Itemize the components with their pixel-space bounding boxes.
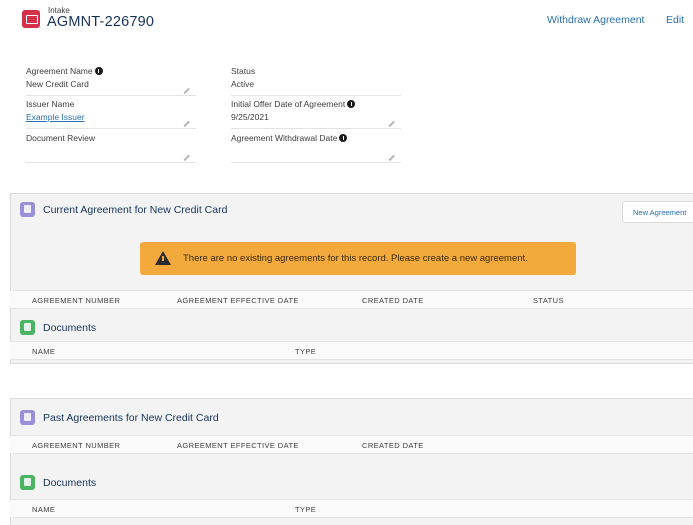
current-agreements-table-header: AGREEMENT NUMBER AGREEMENT EFFECTIVE DAT… [10,290,693,309]
current-documents-header: Documents [20,320,96,335]
new-agreement-button[interactable]: New Agreement [622,201,693,223]
past-agreements-header: Past Agreements for New Credit Card [20,410,219,425]
field-value: 9/25/2021 [231,112,269,122]
field-label: Initial Offer Date of Agreement [231,99,346,109]
current-agreement-title: Current Agreement for New Credit Card [43,203,228,216]
field-document-review: Document Review [26,133,196,163]
past-agreements-table-header: AGREEMENT NUMBER AGREEMENT EFFECTIVE DAT… [10,435,693,454]
current-documents-table-header: NAME TYPE [10,341,693,360]
past-documents-header: Documents [20,475,96,490]
column-header[interactable]: AGREEMENT NUMBER [32,441,120,450]
column-header[interactable]: STATUS [533,296,564,305]
record-header: Intake AGMNT-226790 Withdraw Agreement E… [0,0,693,44]
column-header[interactable]: TYPE [295,505,316,514]
field-value: Active [231,79,255,89]
warning-icon [155,251,171,265]
field-label: Agreement Withdrawal Date [231,133,338,143]
field-value [26,146,196,156]
documents-title: Documents [43,476,97,489]
edit-button[interactable]: Edit [666,14,684,26]
info-icon[interactable] [94,67,103,75]
info-icon[interactable] [347,100,356,108]
field-label: Agreement Name [26,66,93,76]
column-header[interactable]: TYPE [295,347,316,356]
field-label: Issuer Name [26,99,75,109]
current-agreement-header: Current Agreement for New Credit Card [20,202,227,217]
field-label: Document Review [26,133,95,143]
current-agreement-card [10,193,693,364]
field-value: New Credit Card [26,79,89,89]
column-header[interactable]: AGREEMENT EFFECTIVE DATE [177,441,299,450]
past-documents-table-header: NAME TYPE [10,499,693,518]
document-icon [20,475,35,490]
record-title: AGMNT-226790 [47,14,155,30]
field-status: Status Active [231,66,401,96]
info-icon[interactable] [339,134,348,142]
past-agreements-title: Past Agreements for New Credit Card [43,411,219,424]
warning-text: There are no existing agreements for thi… [183,253,528,264]
withdraw-agreement-button[interactable]: Withdraw Agreement [547,14,644,26]
field-label: Status [231,66,256,76]
column-header[interactable]: AGREEMENT NUMBER [32,296,120,305]
column-header[interactable]: CREATED DATE [362,441,424,450]
column-header[interactable]: NAME [32,505,55,514]
field-issuer-name: Issuer Name Example Issuer [26,99,196,129]
column-header[interactable]: CREATED DATE [362,296,424,305]
field-withdrawal-date: Agreement Withdrawal Date [231,133,401,163]
agreement-icon [20,410,35,425]
field-value [231,146,401,156]
intake-record-icon [22,10,40,28]
column-header[interactable]: NAME [32,347,55,356]
no-agreements-warning: There are no existing agreements for thi… [140,242,576,275]
issuer-name-link[interactable]: Example Issuer [26,112,196,122]
documents-title: Documents [43,321,97,334]
field-agreement-name: Agreement Name New Credit Card [26,66,196,96]
field-initial-offer-date: Initial Offer Date of Agreement 9/25/202… [231,99,401,129]
agreement-icon [20,202,35,217]
document-icon [20,320,35,335]
column-header[interactable]: AGREEMENT EFFECTIVE DATE [177,296,299,305]
